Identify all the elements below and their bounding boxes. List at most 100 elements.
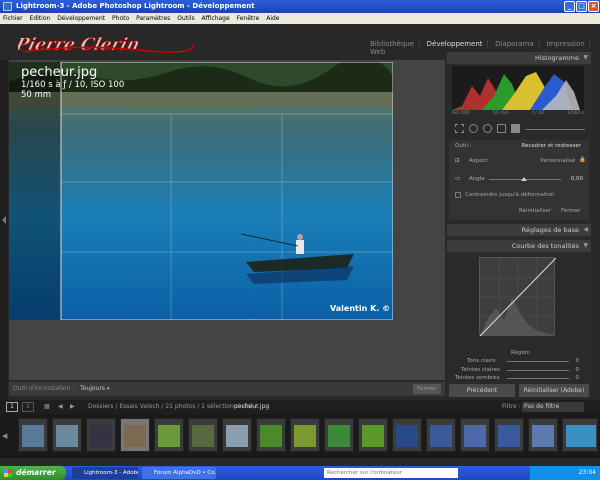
menu-fenetre[interactable]: Fenêtre	[237, 15, 260, 22]
forward-arrow-icon[interactable]: ▶	[70, 400, 75, 414]
minimize-button[interactable]: _	[564, 1, 575, 12]
filmstrip-thumb[interactable]	[256, 418, 286, 452]
tool-slider[interactable]	[525, 129, 585, 130]
menu-aide[interactable]: Aide	[266, 15, 279, 22]
angle-value[interactable]: 0,00	[571, 176, 583, 182]
menu-affichage[interactable]: Affichage	[202, 15, 230, 22]
collapse-triangle-icon[interactable]: ▼	[583, 240, 588, 252]
lock-icon[interactable]: 🔒	[579, 157, 586, 163]
crop-frame-icon[interactable]: ⊡	[455, 158, 460, 164]
taskbar-item-forum[interactable]: Forum AlphaDvD • Co...	[142, 467, 216, 479]
aspect-label: Aspect :	[469, 158, 492, 164]
filmstrip-bar: 1 2 ▦ ◀ ▶ Dossiers / Essais Valoch / 21 …	[0, 400, 600, 414]
start-button[interactable]: démarrer	[0, 466, 66, 480]
svg-text:Pierre Clerin: Pierre Clerin	[18, 35, 142, 55]
photo-pecheur[interactable]	[9, 62, 393, 320]
filmstrip-filename[interactable]: pecheur.jpg	[234, 400, 269, 414]
crop-reset-button[interactable]: Réinitialiser	[519, 208, 551, 214]
region-highlights-value[interactable]: 0	[576, 358, 580, 364]
desktop-search-input[interactable]: Rechercher sur l'ordinateur	[324, 468, 458, 478]
toolbar-close-button[interactable]: Fermer	[413, 384, 441, 394]
page-1-button[interactable]: 1	[6, 402, 18, 412]
previous-button[interactable]: Précédent	[449, 384, 515, 397]
thumbnail-image	[532, 425, 554, 447]
module-impression[interactable]: Impression	[546, 40, 584, 48]
filmstrip-thumb[interactable]	[562, 418, 598, 452]
reset-adobe-button[interactable]: Réinitialiser (Adobe)	[519, 384, 589, 397]
overlay-tool-label: Outil d'incrustation :	[13, 385, 75, 392]
crop-close-button[interactable]: Fermer	[561, 208, 580, 214]
menu-developpement[interactable]: Développement	[57, 15, 105, 22]
graduated-filter-icon[interactable]	[497, 124, 506, 133]
region-darks-value[interactable]: 0	[576, 375, 580, 381]
page-2-button[interactable]: 2	[22, 402, 34, 412]
histogram-metadata: ISO 100 50 mm ƒ / 10 1/160 s	[452, 111, 584, 116]
straighten-tool-icon[interactable]: ▭	[455, 176, 460, 182]
module-diaporama[interactable]: Diaporama	[495, 40, 534, 48]
filter-label: Filtre :	[502, 403, 521, 410]
filmstrip-thumb[interactable]	[460, 418, 490, 452]
filter-select[interactable]: Pas de filtre	[522, 402, 584, 412]
region-lights-value[interactable]: 0	[576, 367, 580, 373]
filmstrip-thumb[interactable]	[86, 418, 116, 452]
spot-removal-icon[interactable]	[469, 124, 478, 133]
thumbnail-image	[294, 425, 316, 447]
module-bibliotheque[interactable]: Bibliothèque	[370, 40, 414, 48]
filmstrip: ◀	[0, 414, 600, 458]
angle-slider-knob[interactable]	[521, 177, 527, 181]
adjustment-brush-icon[interactable]	[511, 124, 520, 133]
filmstrip-thumb[interactable]	[18, 418, 48, 452]
overlay-tool-select[interactable]: Toujours	[80, 385, 105, 392]
filmstrip-thumb[interactable]	[52, 418, 82, 452]
chevron-down-icon[interactable]: ▾	[107, 386, 110, 392]
tone-curve-graph[interactable]	[479, 257, 557, 337]
filmstrip-thumb[interactable]	[528, 418, 558, 452]
filmstrip-thumb[interactable]	[358, 418, 388, 452]
grid-view-icon[interactable]: ▦	[44, 400, 50, 414]
maximize-button[interactable]: □	[576, 1, 587, 12]
develop-toolbar: Outil d'incrustation : Toujours ▾ Fermer	[9, 382, 445, 396]
back-arrow-icon[interactable]: ◀	[58, 400, 63, 414]
module-web[interactable]: Web	[370, 48, 385, 56]
filmstrip-thumb[interactable]	[426, 418, 456, 452]
close-button[interactable]: ×	[588, 1, 599, 12]
filmstrip-thumb[interactable]	[324, 418, 354, 452]
filmstrip-thumb[interactable]	[392, 418, 422, 452]
scroll-left-icon[interactable]: ◀	[2, 432, 7, 440]
filmstrip-thumb[interactable]	[188, 418, 218, 452]
aspect-select[interactable]: Personnalisé	[540, 158, 575, 164]
filmstrip-thumb[interactable]	[290, 418, 320, 452]
region-highlights-label: Tons clairs	[467, 358, 496, 364]
thumbnail-image	[396, 425, 418, 447]
region-darks-slider[interactable]	[507, 378, 569, 379]
basic-header[interactable]: Réglages de base ◀	[447, 224, 591, 236]
filmstrip-thumb-selected[interactable]	[120, 418, 150, 452]
histogram-header[interactable]: Histogramme ▼	[447, 52, 591, 64]
region-lights-slider[interactable]	[507, 370, 569, 371]
tone-curve-header[interactable]: Courbe des tonalités ▼	[447, 240, 591, 252]
menu-edition[interactable]: Edition	[30, 15, 51, 22]
right-panel: Histogramme ▼ ISO 100 50 mm ƒ / 10 1/160 …	[447, 52, 591, 398]
thumbnail-image	[22, 425, 44, 447]
taskbar-item-lightroom[interactable]: Lightroom-3 - Adobe ...	[72, 467, 138, 479]
collapse-triangle-icon[interactable]: ▼	[583, 52, 588, 64]
region-highlights-slider[interactable]	[507, 361, 569, 362]
window-titlebar[interactable]: Lightroom-3 - Adobe Photoshop Lightroom …	[0, 0, 600, 13]
menu-fichier[interactable]: Fichier	[3, 15, 23, 22]
filmstrip-thumb[interactable]	[222, 418, 252, 452]
left-panel-collapsed[interactable]	[0, 60, 8, 400]
info-exposure: 1/160 s à ƒ / 10, ISO 100	[21, 80, 125, 90]
module-developpement[interactable]: Développement	[427, 40, 483, 48]
filmstrip-thumb[interactable]	[154, 418, 184, 452]
menu-parametres[interactable]: Paramètres	[136, 15, 170, 22]
photo-watermark: Valentin K. ©	[330, 304, 391, 313]
constrain-checkbox[interactable]	[455, 192, 461, 198]
menu-outils[interactable]: Outils	[177, 15, 194, 22]
crop-tool-icon[interactable]	[455, 124, 464, 133]
tool-value: Recadrer et redresser	[521, 143, 581, 149]
filmstrip-thumb[interactable]	[494, 418, 524, 452]
menu-photo[interactable]: Photo	[112, 15, 129, 22]
expand-triangle-icon[interactable]: ◀	[583, 224, 588, 236]
region-lights-label: Teintes claires	[461, 367, 500, 373]
red-eye-icon[interactable]	[483, 124, 492, 133]
